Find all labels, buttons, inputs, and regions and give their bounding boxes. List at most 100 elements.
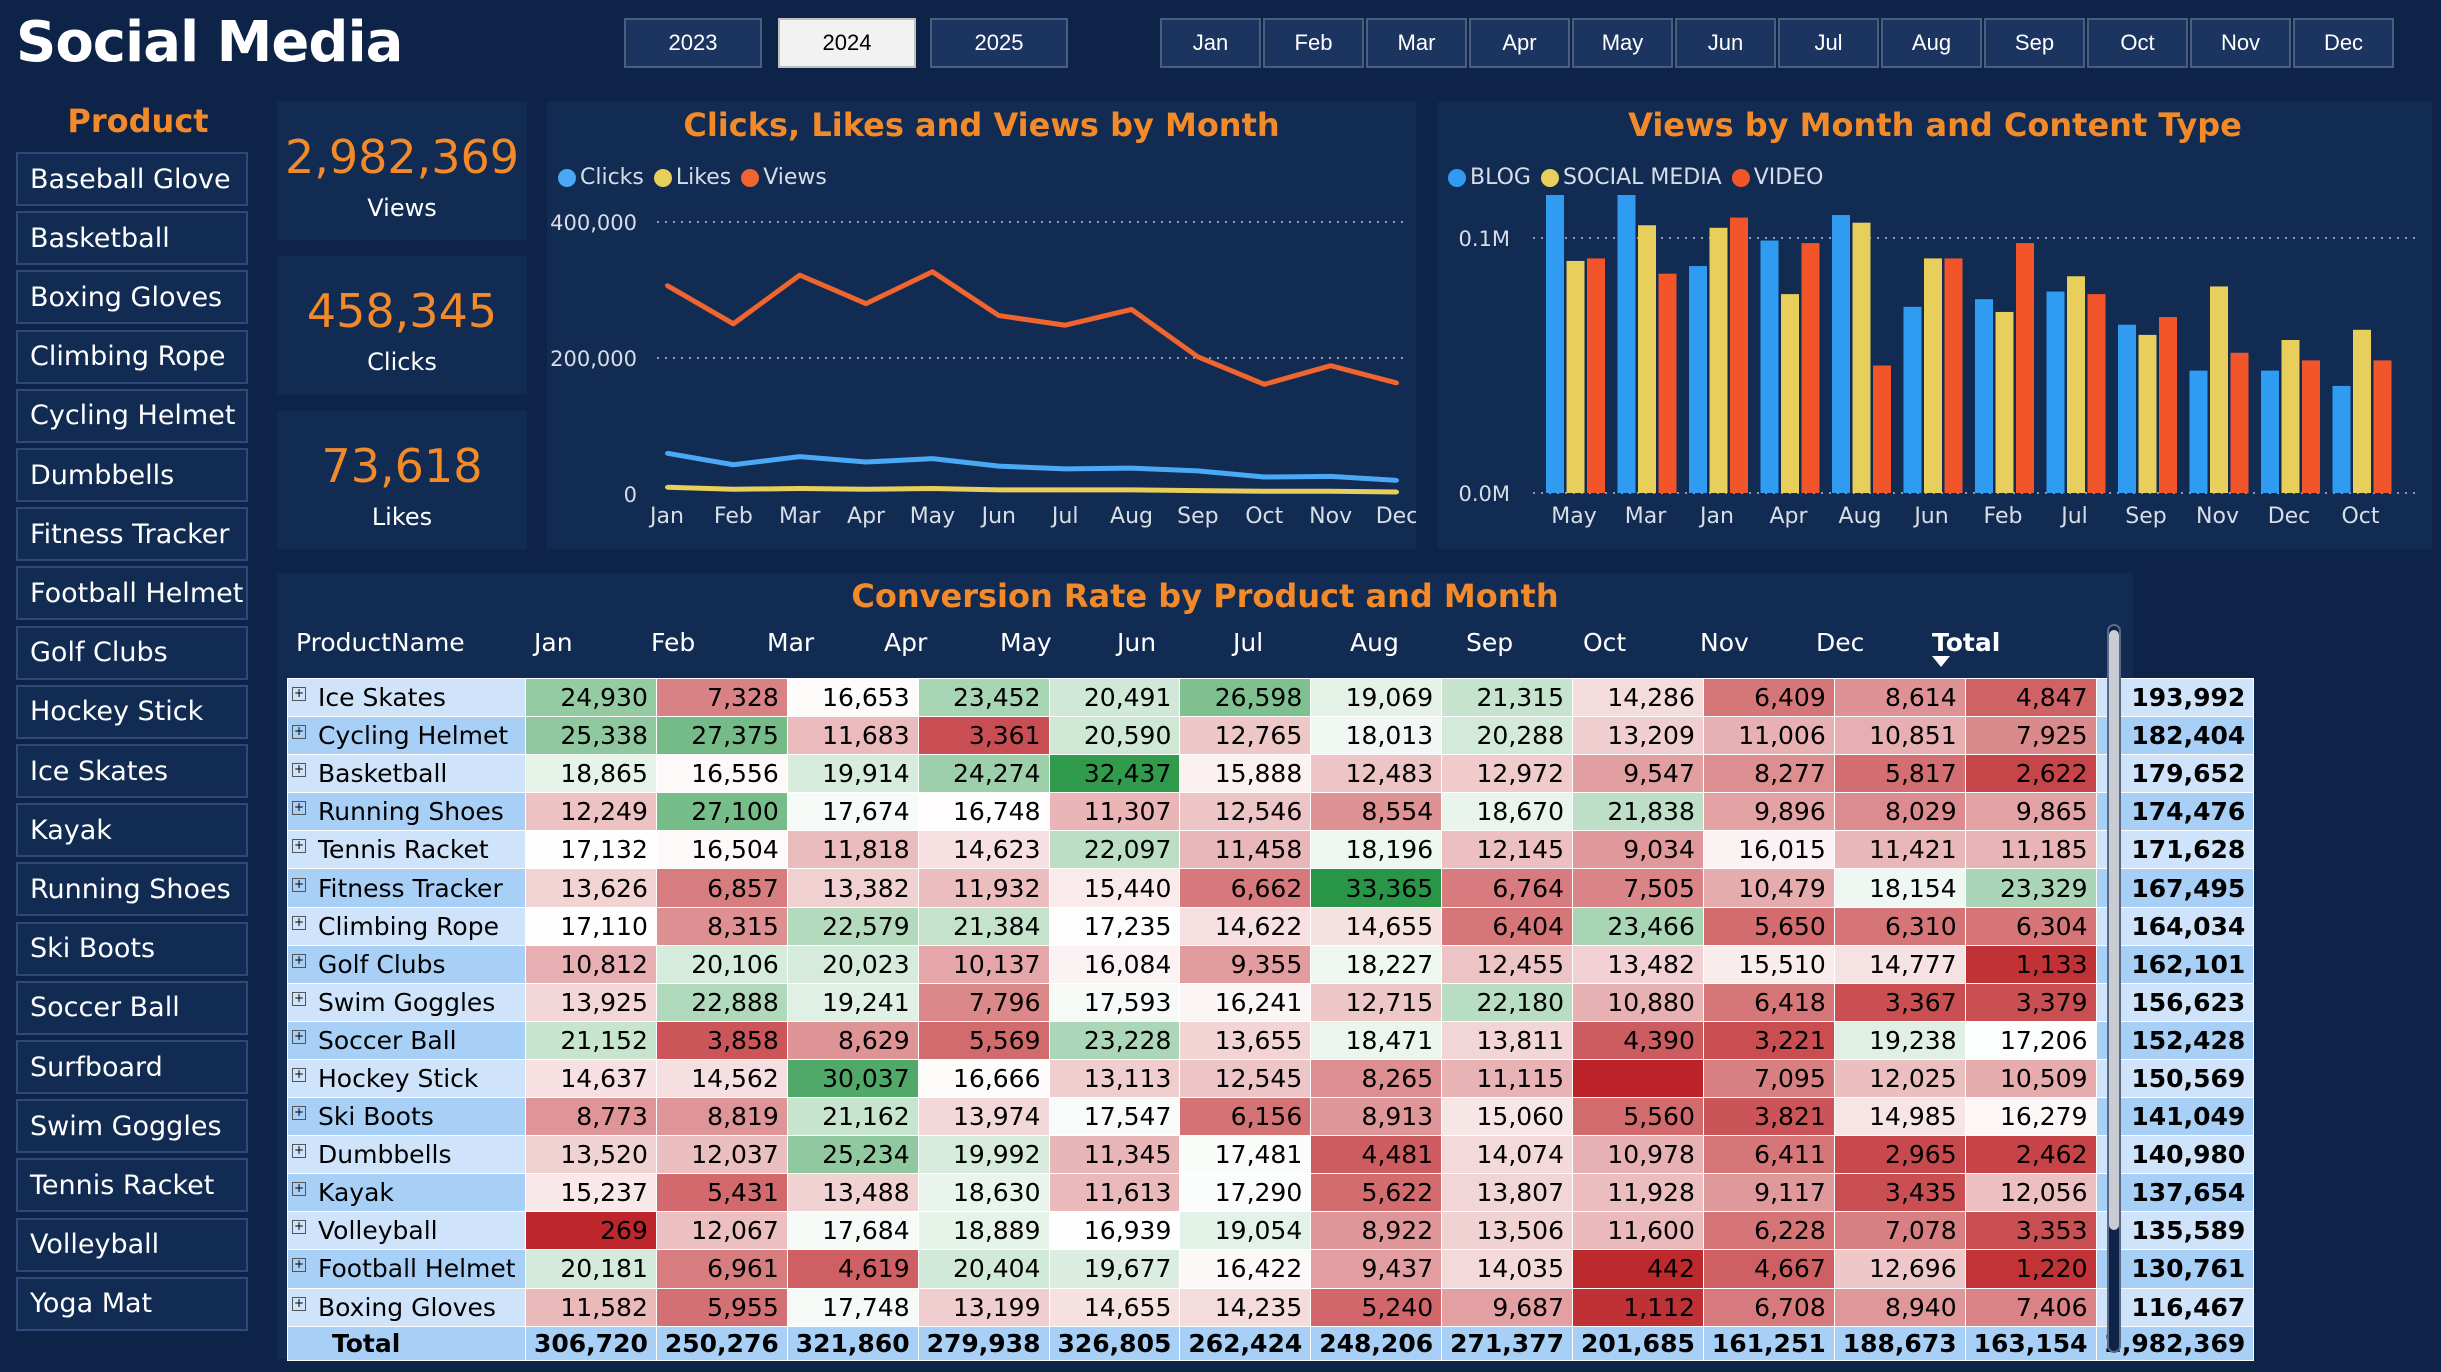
sort-desc-icon[interactable] — [1932, 656, 1950, 667]
column-header-sep[interactable]: Sep — [1466, 628, 1513, 657]
table-row[interactable]: + Kayak 15,237 5,431 13,488 18,630 11,613 17,29… — [287, 1173, 2255, 1213]
series-line-clicks[interactable] — [666, 450, 1398, 483]
data-point-clicks[interactable] — [797, 454, 802, 459]
column-header-nov[interactable]: Nov — [1700, 628, 1749, 657]
data-point-views[interactable] — [996, 313, 1001, 318]
data-point-views[interactable] — [930, 269, 935, 274]
row-header[interactable]: + Running Shoes — [287, 792, 526, 832]
expand-icon[interactable]: + — [292, 1144, 306, 1159]
bar-video-aug[interactable] — [1873, 365, 1891, 494]
row-header[interactable]: + Dumbbells — [287, 1135, 526, 1175]
column-header-aug[interactable]: Aug — [1350, 628, 1399, 657]
expand-icon[interactable]: + — [292, 801, 306, 816]
row-header[interactable]: + Cycling Helmet — [287, 716, 526, 756]
expand-icon[interactable]: + — [292, 991, 306, 1006]
data-point-views[interactable] — [1129, 307, 1134, 312]
month-button-jul[interactable]: Jul — [1778, 18, 1879, 68]
row-header[interactable]: + Climbing Rope — [287, 906, 526, 946]
bar-blog-oct[interactable] — [2332, 385, 2351, 493]
table-row[interactable]: + Dumbbells 13,520 12,037 25,234 19,992 11,345… — [287, 1135, 2255, 1175]
bar-blog-dec[interactable] — [2261, 370, 2279, 493]
table-row[interactable]: + Soccer Ball 21,152 3,858 8,629 5,569 23,228 1… — [287, 1020, 2255, 1060]
bar-video-may[interactable] — [1587, 258, 1605, 493]
table-row[interactable]: + Volleyball 269 12,067 17,684 18,889 16,939 19… — [287, 1211, 2255, 1251]
bar-blog-mar[interactable] — [1617, 195, 1636, 493]
row-header[interactable]: + Boxing Gloves — [287, 1287, 526, 1327]
column-header-jan[interactable]: Jan — [534, 628, 573, 657]
expand-icon[interactable]: + — [292, 1220, 306, 1235]
product-item-hockey-stick[interactable]: Hockey Stick — [16, 684, 248, 739]
table-row[interactable]: + Fitness Tracker 13,626 6,857 13,382 11,932 1… — [287, 868, 2255, 908]
product-item-cycling-helmet[interactable]: Cycling Helmet — [16, 388, 248, 443]
data-point-clicks[interactable] — [731, 462, 736, 467]
data-point-clicks[interactable] — [665, 451, 669, 456]
month-button-dec[interactable]: Dec — [2293, 18, 2394, 68]
bar-video-jan[interactable] — [1730, 217, 1748, 493]
data-point-likes[interactable] — [1195, 488, 1200, 493]
month-button-apr[interactable]: Apr — [1469, 18, 1570, 68]
data-point-views[interactable] — [1063, 323, 1068, 328]
bar-blog-nov[interactable] — [2189, 370, 2208, 493]
product-item-running-shoes[interactable]: Running Shoes — [16, 862, 248, 917]
column-header-productname[interactable]: ProductName — [296, 628, 465, 657]
legend-social-media[interactable]: SOCIAL MEDIA — [1540, 165, 1722, 190]
row-header[interactable]: + Fitness Tracker — [287, 868, 526, 908]
column-header-apr[interactable]: Apr — [884, 628, 927, 657]
bar-video-dec[interactable] — [2302, 360, 2320, 493]
data-point-views[interactable] — [1262, 382, 1267, 387]
table-row[interactable]: + Cycling Helmet 25,338 27,375 11,683 3,361 20… — [287, 716, 2255, 756]
data-point-likes[interactable] — [1129, 487, 1134, 492]
month-button-jan[interactable]: Jan — [1160, 18, 1261, 68]
bar-chart[interactable]: 0.1M 0.0M May Mar Jan Apr Aug Jun Feb Jul Sep Nov De… — [1438, 195, 2432, 549]
bar-blog-aug[interactable] — [1832, 215, 1850, 494]
data-point-views[interactable] — [797, 273, 802, 278]
bar-social-media-aug[interactable] — [1852, 222, 1871, 493]
legend-views[interactable]: Views — [741, 165, 827, 190]
year-button-2024[interactable]: 2024 — [778, 18, 916, 68]
bar-video-jul[interactable] — [2087, 294, 2106, 493]
row-header[interactable]: + Kayak — [287, 1173, 526, 1213]
bar-blog-may[interactable] — [1546, 195, 1564, 494]
product-item-tennis-racket[interactable]: Tennis Racket — [16, 1158, 248, 1213]
legend-video[interactable]: VIDEO — [1731, 165, 1823, 190]
data-point-views[interactable] — [1195, 354, 1200, 359]
data-point-views[interactable] — [731, 321, 736, 326]
bar-video-sep[interactable] — [2159, 317, 2177, 493]
data-point-clicks[interactable] — [1129, 466, 1134, 471]
product-item-dumbbells[interactable]: Dumbbells — [16, 448, 248, 502]
data-point-views[interactable] — [1328, 363, 1333, 368]
bar-social-media-jun[interactable] — [1924, 258, 1942, 493]
bar-video-nov[interactable] — [2230, 352, 2249, 493]
row-header[interactable]: + Soccer Ball — [287, 1020, 526, 1060]
matrix-scrollbar-thumb[interactable] — [2109, 630, 2119, 1230]
data-point-views[interactable] — [665, 283, 669, 288]
product-item-golf-clubs[interactable]: Golf Clubs — [16, 625, 248, 680]
product-item-football-helmet[interactable]: Football Helmet — [16, 566, 248, 621]
column-header-dec[interactable]: Dec — [1816, 628, 1864, 657]
bar-blog-jul[interactable] — [2046, 291, 2065, 493]
month-button-sep[interactable]: Sep — [1984, 18, 2085, 68]
table-row[interactable]: + Swim Goggles 13,925 22,888 19,241 7,796 17,5… — [287, 982, 2255, 1022]
bar-social-media-dec[interactable] — [2281, 340, 2300, 493]
expand-icon[interactable]: + — [292, 877, 306, 892]
row-header[interactable]: + Swim Goggles — [287, 982, 526, 1022]
bar-video-apr[interactable] — [1801, 243, 1820, 493]
expand-icon[interactable]: + — [292, 725, 306, 740]
expand-icon[interactable]: + — [292, 1067, 306, 1082]
data-point-likes[interactable] — [1328, 489, 1333, 494]
bar-blog-apr[interactable] — [1760, 240, 1779, 493]
line-chart[interactable]: 400,000 200,000 0 Jan Feb Mar Apr May Jun Jul Aug S… — [547, 195, 1416, 549]
bar-video-oct[interactable] — [2373, 360, 2392, 493]
data-point-likes[interactable] — [731, 487, 736, 492]
product-item-fitness-tracker[interactable]: Fitness Tracker — [16, 507, 248, 562]
column-header-jun[interactable]: Jun — [1117, 628, 1156, 657]
product-item-kayak[interactable]: Kayak — [16, 803, 248, 858]
table-row[interactable]: + Climbing Rope 17,110 8,315 22,579 21,384 17,… — [287, 906, 2255, 946]
expand-icon[interactable]: + — [292, 1029, 306, 1044]
expand-icon[interactable]: + — [292, 687, 306, 702]
row-header[interactable]: + Volleyball — [287, 1211, 526, 1251]
data-point-likes[interactable] — [930, 486, 935, 491]
bar-blog-sep[interactable] — [2118, 324, 2136, 493]
data-point-likes[interactable] — [996, 487, 1001, 492]
bar-video-jun[interactable] — [1944, 258, 1963, 493]
